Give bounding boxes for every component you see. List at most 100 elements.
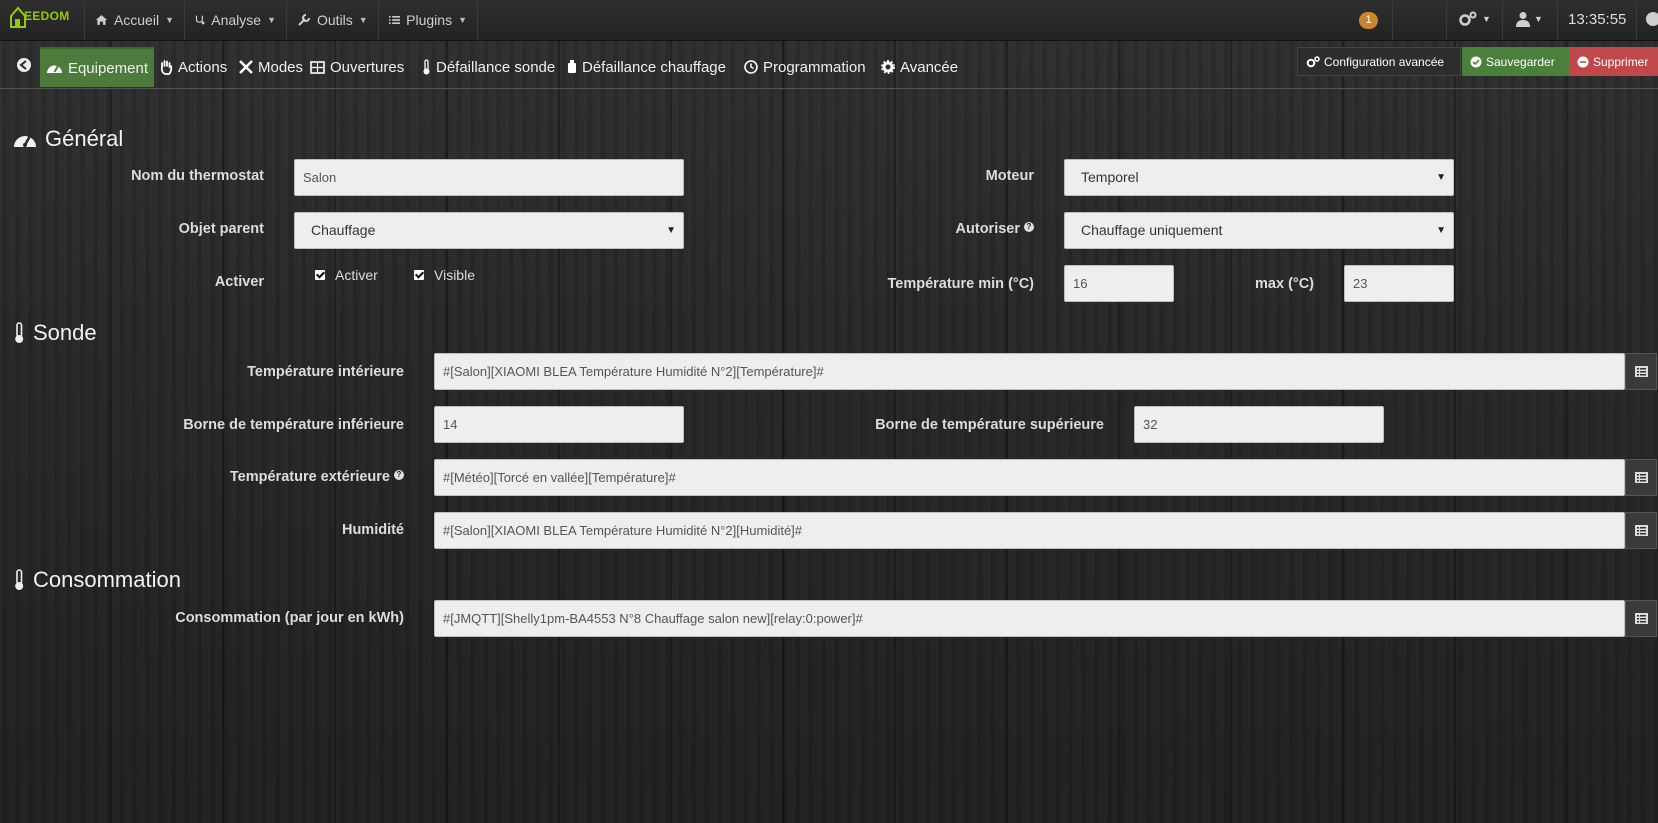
tab-actions-label: Actions [178,58,228,76]
lower-bound-input[interactable]: 14 [434,406,684,443]
question-circle-icon[interactable]: ? [1024,222,1034,232]
tab-ouvertures[interactable]: Ouvertures [310,47,404,87]
tab-modes[interactable]: Modes [239,47,303,87]
tab-equipement[interactable]: Equipement [40,47,154,87]
back-button[interactable] [16,57,34,75]
visible-checkbox-label: Visible [434,267,475,283]
tachometer-icon [14,135,36,147]
indoor-temp-input[interactable]: #[Salon][XIAOMI BLEA Température Humidit… [434,353,1625,390]
engine-value: Temporel [1081,169,1139,185]
temp-max-label: max (°C) [1255,276,1314,292]
tachometer-icon [46,65,62,73]
save-button[interactable]: Sauvegarder [1462,47,1569,76]
select-command-button[interactable] [1625,600,1657,637]
caret-down-icon: ▼ [666,225,676,236]
tab-programmation[interactable]: Programmation [744,47,866,87]
question-circle-icon [1646,12,1658,26]
name-label: Nom du thermostat [131,168,264,184]
tab-equipement-label: Equipement [67,59,148,77]
nav-analyse[interactable]: Analyse ▼ [184,0,286,40]
allow-select[interactable]: Chauffage uniquement ▼ [1064,212,1454,249]
select-command-button[interactable] [1625,512,1657,549]
nav-accueil[interactable]: Accueil ▼ [84,0,184,40]
tab-defaillance-sonde-label: Défaillance sonde [436,58,556,76]
tab-avancee[interactable]: Avancée [881,47,958,87]
nav-analyse-label: Analyse [211,12,262,28]
navbar-divider [1446,0,1447,40]
list-alt-icon [1634,366,1648,377]
caret-down-icon: ▼ [358,15,368,25]
caret-down-icon: ▼ [458,15,467,25]
tab-modes-label: Modes [258,58,304,76]
caret-down-icon: ▼ [1534,14,1543,24]
caret-down-icon: ▼ [267,15,276,25]
nav-plugins-label: Plugins [406,12,453,28]
parent-object-select[interactable]: Chauffage ▼ [294,212,684,249]
tab-defaillance-chauffage[interactable]: Défaillance chauffage [567,47,726,87]
home-icon [95,15,108,25]
check-circle-icon [1470,56,1482,67]
navbar-divider [1392,0,1393,40]
temp-min-input[interactable]: 16 [1064,265,1174,302]
section-sonde-title: Sonde [13,320,97,346]
list-alt-icon [1634,472,1648,483]
notification-badge[interactable]: 1 [1359,12,1378,29]
list-alt-icon [1634,613,1648,624]
gear-icon [881,60,895,74]
visible-checkbox[interactable]: Visible [414,267,475,283]
checkbox-checked-icon [414,270,424,280]
question-circle-icon[interactable]: ? [394,470,404,480]
select-command-button[interactable] [1625,459,1657,496]
thermometer-icon [15,322,24,343]
tab-avancee-label: Avancée [900,58,959,76]
window-icon [310,60,325,74]
parent-label: Objet parent [178,221,264,237]
settings-menu[interactable]: ▼ [1458,11,1491,27]
hand-icon [160,59,173,75]
consumption-input[interactable]: #[JMQTT][Shelly1pm-BA4553 N°8 Chauffage … [434,600,1625,637]
navbar-divider [1636,0,1637,40]
thermostat-name-input[interactable]: Salon [294,159,684,196]
section-sonde-label: Sonde [33,320,97,345]
nav-plugins[interactable]: Plugins ▼ [378,0,478,40]
allow-label-text: Autoriser [955,221,1020,237]
clock: 13:35:55 [1568,11,1627,28]
temp-min-label: Température min (°C) [887,276,1034,292]
engine-select[interactable]: Temporel ▼ [1064,159,1454,196]
nav-accueil-label: Accueil [113,12,160,28]
section-general-label: Général [45,126,124,151]
user-menu[interactable]: ▼ [1516,11,1543,27]
advanced-config-button[interactable]: Configuration avancée [1297,47,1461,76]
activer-checkbox[interactable]: Activer [315,267,378,283]
navbar-divider [1557,0,1558,40]
activer-checkbox-label: Activer [335,267,378,283]
delete-button[interactable]: Supprimer [1569,47,1658,76]
stethoscope-icon [195,15,205,25]
wrench-icon [298,14,310,26]
outdoor-temp-label-text: Température extérieure [229,469,390,485]
upper-bound-input[interactable]: 32 [1134,406,1384,443]
tab-ouvertures-label: Ouvertures [330,58,405,76]
logo-text: EEDOM [24,9,70,23]
select-command-button[interactable] [1625,353,1657,390]
tab-defaillance-sonde[interactable]: Défaillance sonde [422,47,555,87]
outdoor-temp-input[interactable]: #[Météo][Torcé en vallée][Température]# [434,459,1625,496]
save-label: Sauvegarder [1486,54,1555,69]
thermometer-icon [15,569,24,590]
navbar-divider [1502,0,1503,40]
section-consommation-title: Consommation [13,567,181,593]
caret-down-icon: ▼ [1482,14,1491,24]
clock-icon [744,60,758,74]
activate-label: Activer [214,274,264,290]
tab-actions[interactable]: Actions [160,47,227,87]
upper-bound-label: Borne de température supérieure [875,417,1104,433]
humidity-input[interactable]: #[Salon][XIAOMI BLEA Température Humidit… [434,512,1625,549]
humidity-label: Humidité [341,522,404,538]
heater-icon [568,60,576,73]
allow-label: Autoriser? [835,221,1034,237]
help-menu[interactable] [1646,11,1658,27]
temp-max-input[interactable]: 23 [1344,265,1454,302]
delete-label: Supprimer [1593,54,1649,69]
nav-outils[interactable]: Outils ▼ [286,0,378,40]
checkbox-checked-icon [315,270,325,280]
